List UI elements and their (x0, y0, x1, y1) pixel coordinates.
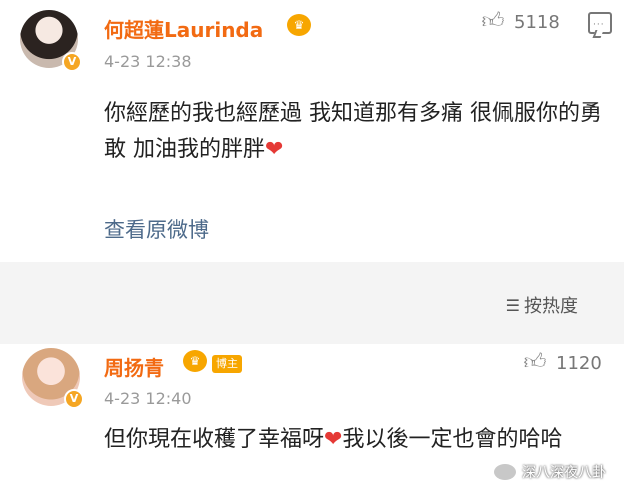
reply-crown-icon: ♛ (183, 350, 207, 372)
reply-text: 但你現在收穫了幸福呀❤我以後一定也會的哈哈 (104, 422, 584, 458)
sort-icon: ☰ (505, 295, 520, 315)
post-author-name[interactable]: 何超蓮Laurinda (104, 14, 263, 43)
watermark-text: 深八深夜八卦 (522, 465, 606, 481)
sort-label: 按热度 (524, 296, 578, 317)
sort-bar: ☰ 按热度 (0, 262, 624, 344)
thumbs-up-icon: 👍︎ (481, 9, 505, 34)
post-like-button[interactable]: 👍︎ 5118 (480, 9, 560, 35)
heart-icon: ❤ (265, 137, 284, 162)
post-timestamp: 4-23 12:38 (104, 52, 192, 71)
post-text-content: 你經歷的我也經歷過 我知道那有多痛 很佩服你的勇敢 加油我的胖胖 (104, 101, 602, 162)
blogger-tag: 博主 (212, 355, 242, 373)
reply-timestamp: 4-23 12:40 (104, 389, 192, 408)
reply-text-part1: 但你現在收穫了幸福呀 (104, 427, 325, 452)
view-original-link[interactable]: 查看原微博 (104, 214, 209, 244)
reply-like-button[interactable]: 👍︎ 1120 (522, 350, 602, 376)
reply-like-count: 1120 (556, 352, 602, 374)
wechat-logo-icon (494, 464, 516, 480)
post-text: 你經歷的我也經歷過 我知道那有多痛 很佩服你的勇敢 加油我的胖胖❤ (104, 96, 604, 168)
reply-verified-badge-icon: V (64, 389, 84, 409)
reply-text-part2: 我以後一定也會的哈哈 (342, 427, 563, 452)
reply-heart-icon: ❤ (324, 427, 343, 452)
main-post: V 何超蓮Laurinda ♛ 4-23 12:38 👍︎ 5118 ··· 你… (0, 0, 624, 262)
watermark: 深八深夜八卦 (494, 462, 606, 482)
reply-author-name[interactable]: 周扬青 (104, 352, 164, 381)
comment-icon[interactable]: ··· (588, 12, 612, 34)
sort-by-hot-button[interactable]: ☰ 按热度 (506, 292, 578, 318)
crown-icon: ♛ (287, 14, 311, 36)
reply-thumbs-up-icon: 👍︎ (523, 350, 547, 375)
verified-badge-icon: V (62, 52, 82, 72)
post-like-count: 5118 (514, 11, 560, 33)
